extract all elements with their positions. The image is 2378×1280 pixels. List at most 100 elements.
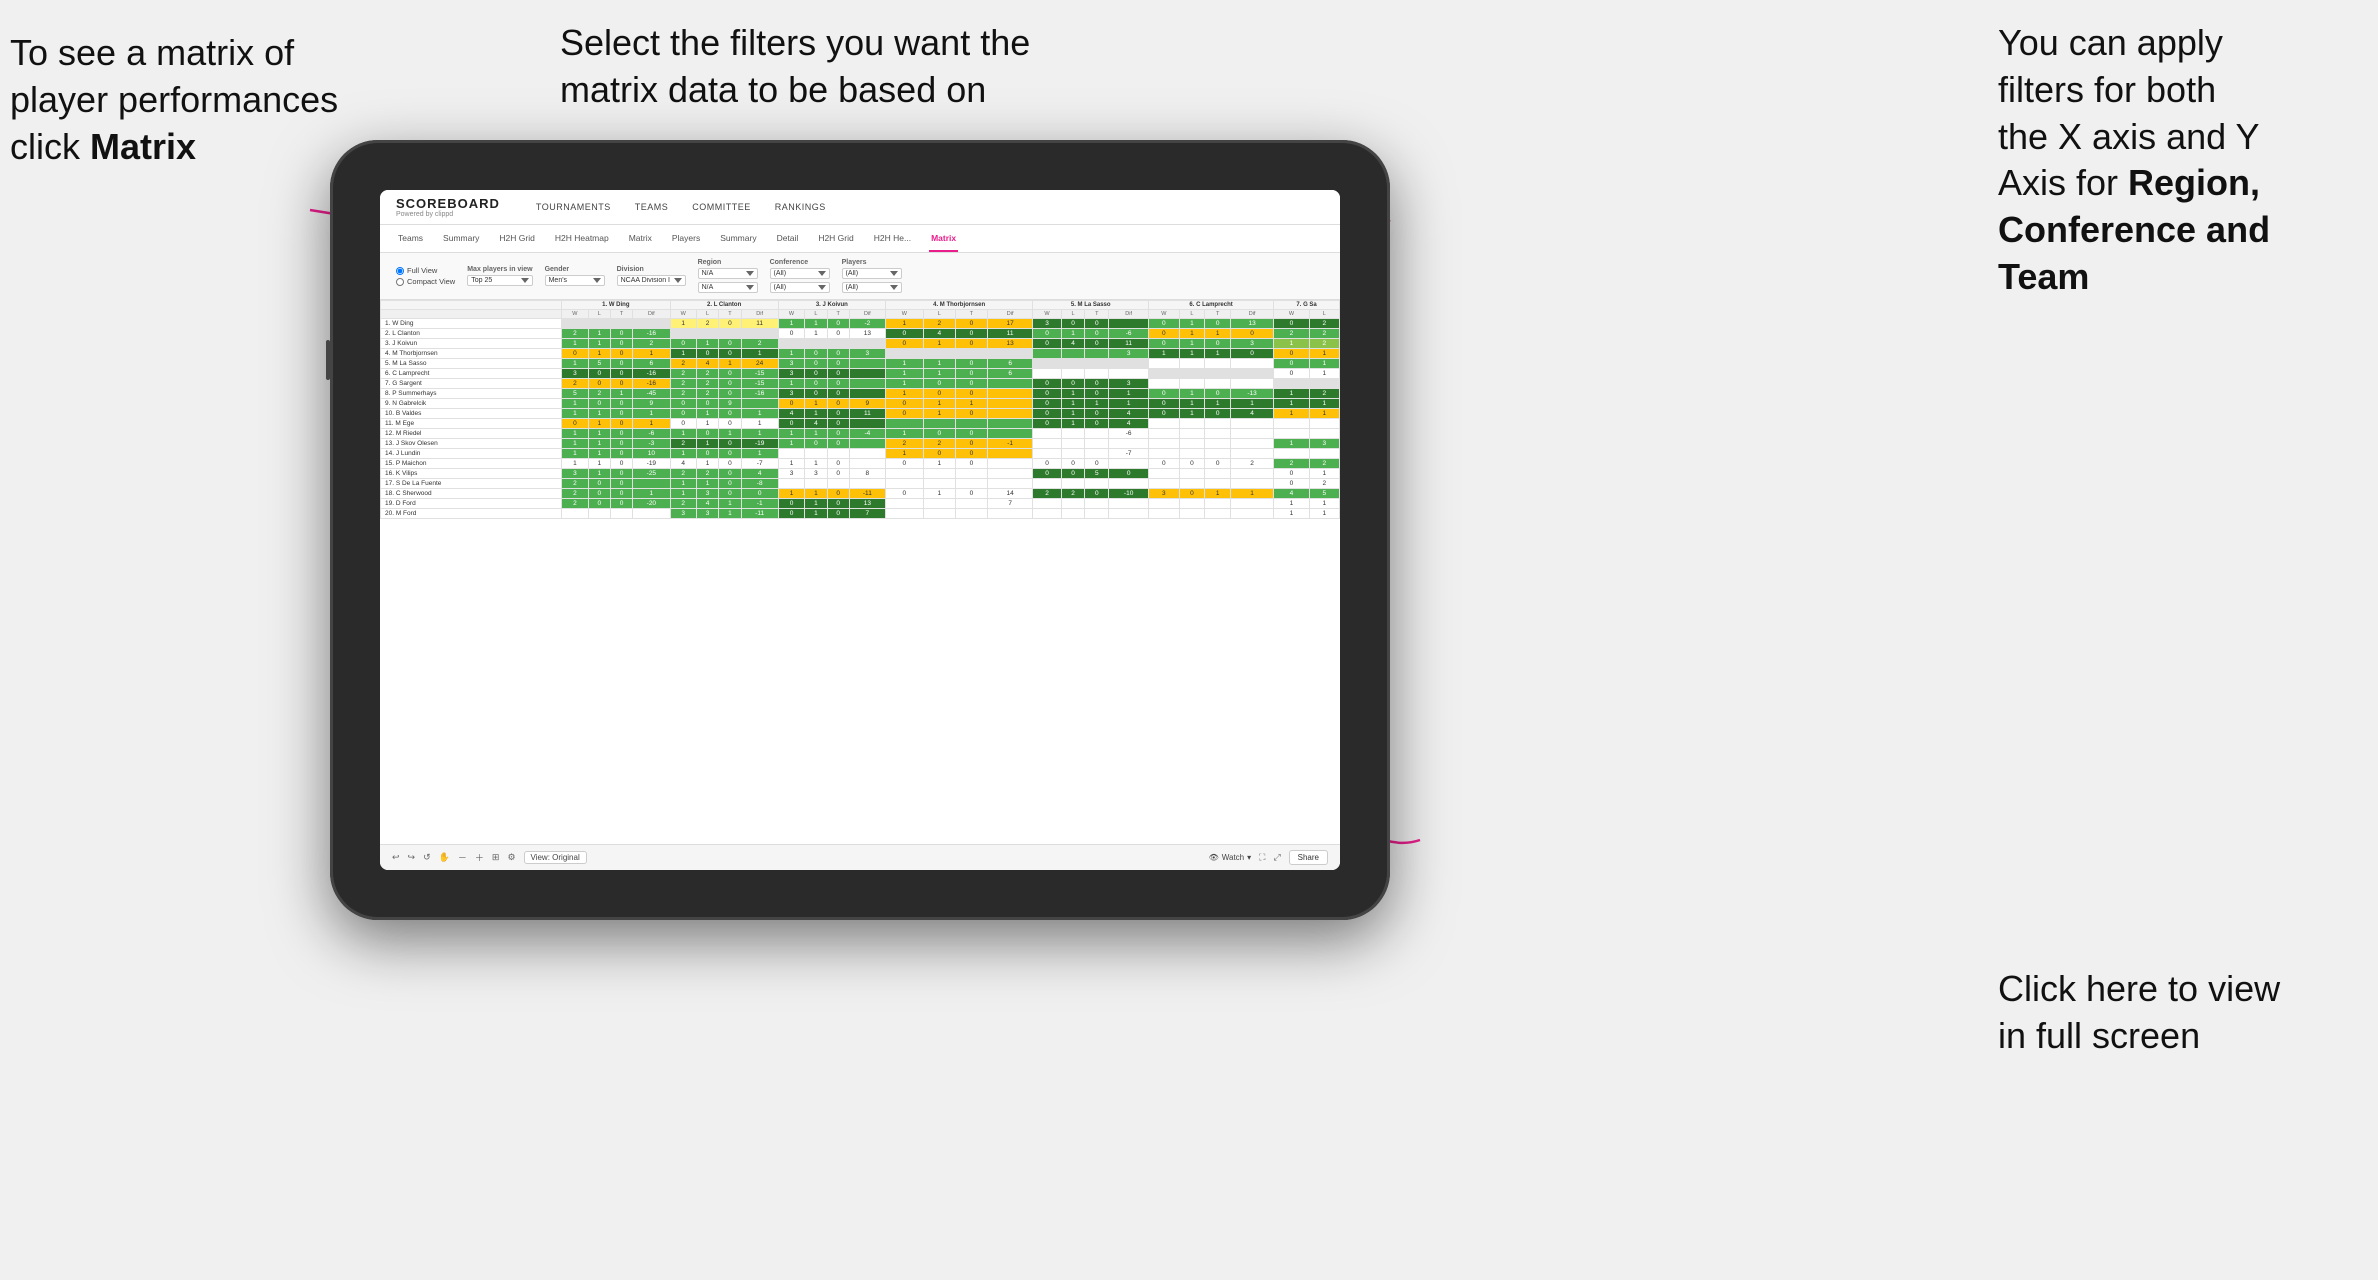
max-players-group: Max players in view Top 25 [467, 266, 532, 286]
annotation-top-center: Select the filters you want the matrix d… [560, 20, 1040, 114]
table-row: 17. S De La Fuente 200 110-8 02 [381, 479, 1340, 489]
col-j-koivun: 3. J Koivun [778, 301, 885, 310]
table-row: 8. P Summerhays 521-45 220-16 300 100 01… [381, 389, 1340, 399]
table-row: 7. G Sargent 200-16 220-15 100 100 0003 [381, 379, 1340, 389]
zoom-in-icon[interactable]: ＋ [475, 851, 484, 864]
nav-tournaments[interactable]: TOURNAMENTS [536, 202, 611, 212]
table-row: 19. D Ford 200-20 241-1 01013 7 11 [381, 499, 1340, 509]
tab-summary-1[interactable]: Summary [441, 225, 481, 252]
watch-icon: 👁 [1209, 853, 1219, 862]
tablet-screen: SCOREBOARD Powered by clippd TOURNAMENTS… [380, 190, 1340, 870]
tab-matrix-active[interactable]: Matrix [929, 225, 958, 252]
logo-area: SCOREBOARD Powered by clippd [396, 196, 500, 218]
table-row: 15. P Maichon 110-19 410-7 110 010 000 0… [381, 459, 1340, 469]
division-group: Division NCAA Division I [617, 266, 686, 286]
fullscreen-icon[interactable]: ⛶ [1259, 852, 1265, 863]
tab-h2h-grid[interactable]: H2H Grid [497, 225, 536, 252]
refresh-icon[interactable]: ↺ [423, 852, 431, 863]
logo-text: SCOREBOARD [396, 196, 500, 211]
redo-icon[interactable]: ↪ [408, 852, 416, 863]
col-c-lamprecht: 6. C Lamprecht [1149, 301, 1274, 310]
tab-h2h-he[interactable]: H2H He... [872, 225, 913, 252]
players-group: Players (All) (All) [842, 259, 902, 293]
table-row: 12. M Riedel 110-6 1011 110-4 100 -6 [381, 429, 1340, 439]
tablet-frame: SCOREBOARD Powered by clippd TOURNAMENTS… [330, 140, 1390, 920]
gender-select[interactable]: Men's [545, 275, 605, 286]
players-label: Players [842, 259, 902, 266]
table-row: 20. M Ford 331-11 0107 11 [381, 509, 1340, 519]
nav-rankings[interactable]: RANKINGS [775, 202, 826, 212]
empty-header [381, 301, 562, 310]
conference-label: Conference [770, 259, 830, 266]
full-view-radio[interactable] [396, 267, 404, 275]
table-row: 14. J Lundin 11010 1001 100 -7 [381, 449, 1340, 459]
top-nav: SCOREBOARD Powered by clippd TOURNAMENTS… [380, 190, 1340, 225]
gender-label: Gender [545, 266, 605, 273]
matrix-table: 1. W Ding 2. L Clanton 3. J Koivun 4. M … [380, 300, 1340, 519]
expand-icon[interactable]: ⤢ [1273, 852, 1280, 863]
table-row: 2. L Clanton 210-16 01013 04011 010-6 01… [381, 329, 1340, 339]
col-header-row: 1. W Ding 2. L Clanton 3. J Koivun 4. M … [381, 301, 1340, 310]
gender-group: Gender Men's [545, 266, 605, 286]
region-x-select[interactable]: N/A [698, 268, 758, 279]
view-label[interactable]: View: Original [524, 851, 587, 864]
col-m-thorbjornsen: 4. M Thorbjornsen [885, 301, 1033, 310]
zoom-out-icon[interactable]: － [458, 851, 467, 864]
tab-summary-2[interactable]: Summary [718, 225, 758, 252]
region-label: Region [698, 259, 758, 266]
table-row: 6. C Lamprecht 300-16 220-15 300 1106 01 [381, 369, 1340, 379]
subheader-row: WLTDif WLTDif WLTDif WLTDif WLTDif WLTDi… [381, 310, 1340, 319]
watch-dropdown-icon: ▾ [1247, 853, 1251, 862]
nav-committee[interactable]: COMMITTEE [692, 202, 751, 212]
tab-players[interactable]: Players [670, 225, 702, 252]
annotation-bottom-right: Click here to view in full screen [1998, 966, 2318, 1060]
conference-group: Conference (All) (All) [770, 259, 830, 293]
bottom-bar: ↩ ↪ ↺ ✋ － ＋ ⊞ ⚙ View: Original 👁 Watch ▾… [380, 844, 1340, 870]
col-m-la-sasso: 5. M La Sasso [1033, 301, 1149, 310]
table-row: 4. M Thorbjornsen 0101 1001 1003 3 1110 … [381, 349, 1340, 359]
filter-bar: Full View Compact View Max players in vi… [380, 253, 1340, 300]
col-g-sa: 7. G Sa [1274, 301, 1340, 310]
table-row: 3. J Koivun 1102 0102 01013 04011 0103 1… [381, 339, 1340, 349]
annotation-top-left: To see a matrix of player performances c… [10, 30, 350, 170]
division-label: Division [617, 266, 686, 273]
tab-detail[interactable]: Detail [775, 225, 801, 252]
view-radio-group: Full View Compact View [396, 266, 455, 286]
compact-view-radio[interactable] [396, 278, 404, 286]
conference-y-select[interactable]: (All) [770, 282, 830, 293]
division-select[interactable]: NCAA Division I [617, 275, 686, 286]
table-row: 5. M La Sasso 1506 24124 300 1106 01 [381, 359, 1340, 369]
table-row: 18. C Sherwood 2001 1300 110-11 01014 22… [381, 489, 1340, 499]
sub-nav: Teams Summary H2H Grid H2H Heatmap Matri… [380, 225, 1340, 253]
table-row: 1. W Ding 12011 110-2 12017 300 01013 02 [381, 319, 1340, 329]
players-x-select[interactable]: (All) [842, 268, 902, 279]
full-view-option[interactable]: Full View [396, 266, 455, 275]
max-players-select[interactable]: Top 25 [467, 275, 532, 286]
table-row: 9. N Gabrelcik 1009 009 0109 011 0111 01… [381, 399, 1340, 409]
players-y-select[interactable]: (All) [842, 282, 902, 293]
table-row: 16. K Vilips 310-25 2204 3308 0050 01 [381, 469, 1340, 479]
col-w-ding: 1. W Ding [562, 301, 670, 310]
undo-icon[interactable]: ↩ [392, 852, 400, 863]
region-y-select[interactable]: N/A [698, 282, 758, 293]
table-row: 13. J Skov Olesen 110-3 210-19 100 220-1… [381, 439, 1340, 449]
share-button[interactable]: Share [1289, 850, 1328, 865]
table-row: 11. M Ege 0101 0101 040 0104 [381, 419, 1340, 429]
tab-h2h-grid-2[interactable]: H2H Grid [816, 225, 855, 252]
col-l-clanton: 2. L Clanton [670, 301, 778, 310]
tab-matrix-1[interactable]: Matrix [627, 225, 654, 252]
grid-icon[interactable]: ⊞ [492, 852, 500, 863]
settings-icon[interactable]: ⚙ [507, 852, 515, 863]
watch-btn[interactable]: 👁 Watch ▾ [1209, 853, 1252, 862]
table-row: 10. B Valdes 1101 0101 41011 010 0104 01… [381, 409, 1340, 419]
tab-teams[interactable]: Teams [396, 225, 425, 252]
logo-sub: Powered by clippd [396, 211, 500, 218]
annotation-top-right: You can apply filters for both the X axi… [1998, 20, 2318, 301]
tab-h2h-heatmap[interactable]: H2H Heatmap [553, 225, 611, 252]
compact-view-option[interactable]: Compact View [396, 277, 455, 286]
conference-x-select[interactable]: (All) [770, 268, 830, 279]
max-players-label: Max players in view [467, 266, 532, 273]
hand-icon[interactable]: ✋ [439, 852, 450, 863]
matrix-area[interactable]: 1. W Ding 2. L Clanton 3. J Koivun 4. M … [380, 300, 1340, 844]
nav-teams[interactable]: TEAMS [635, 202, 669, 212]
